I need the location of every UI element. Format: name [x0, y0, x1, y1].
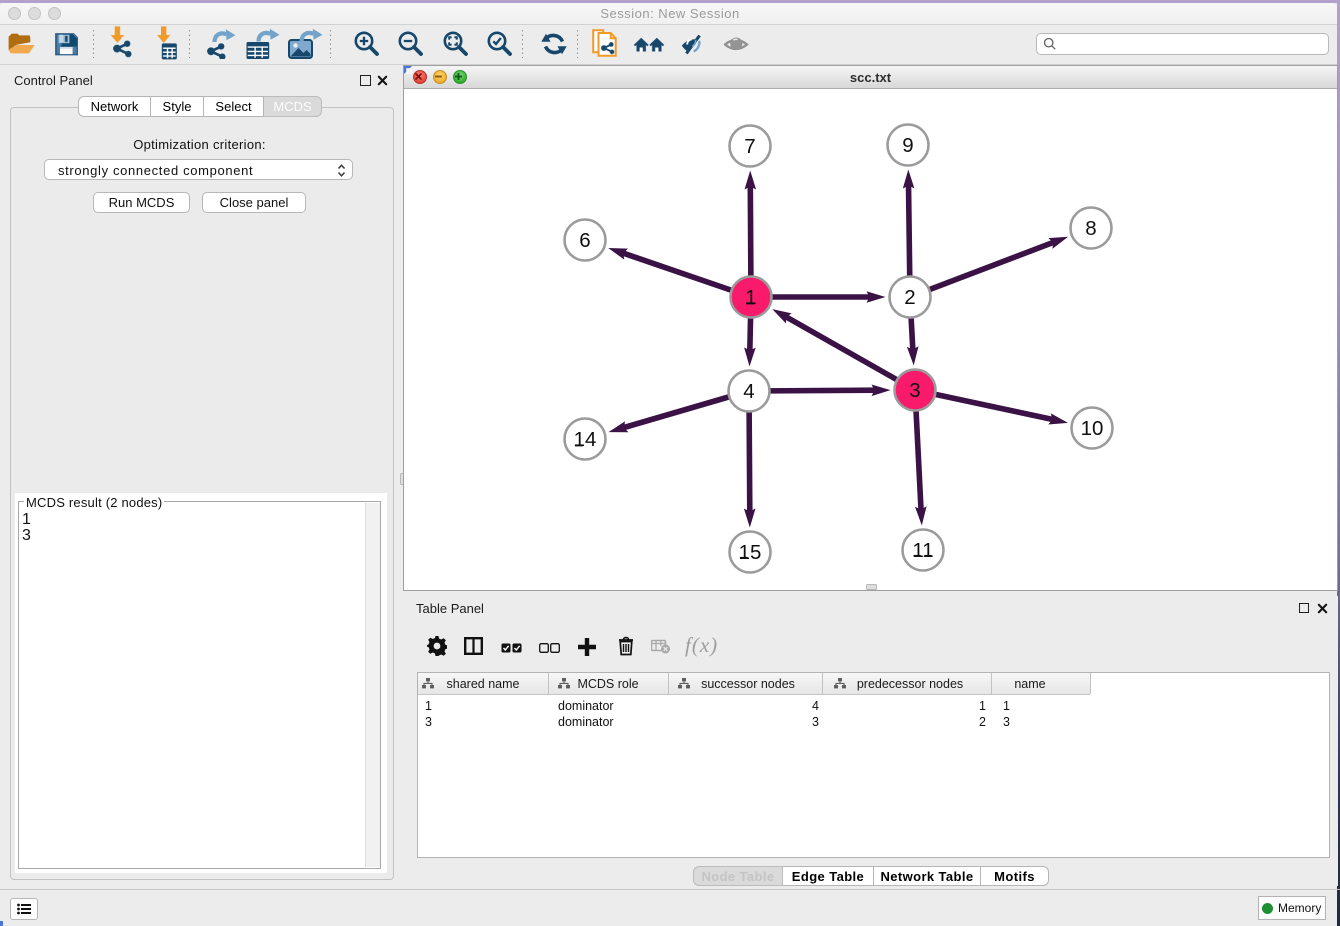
svg-text:10: 10: [1081, 417, 1104, 440]
svg-text:1: 1: [745, 286, 756, 309]
svg-text:7: 7: [744, 135, 755, 158]
svg-text:15: 15: [739, 541, 762, 564]
svg-text:11: 11: [912, 539, 933, 562]
svg-text:6: 6: [579, 229, 590, 252]
svg-text:8: 8: [1085, 217, 1096, 240]
svg-text:9: 9: [902, 134, 913, 157]
svg-text:2: 2: [904, 286, 915, 309]
svg-text:14: 14: [574, 428, 597, 451]
svg-text:4: 4: [743, 380, 754, 403]
svg-text:3: 3: [909, 379, 920, 402]
